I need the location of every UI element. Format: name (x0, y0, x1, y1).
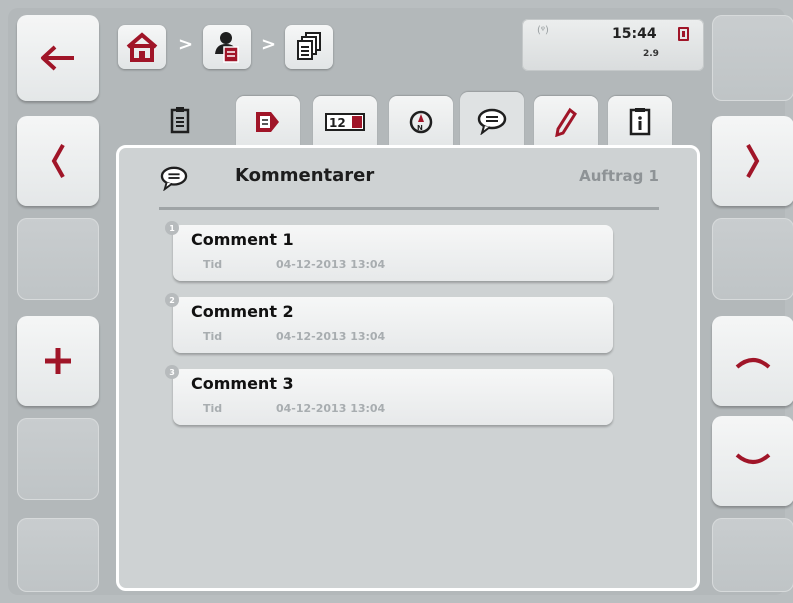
tab-order-data[interactable] (160, 100, 200, 140)
item-index: 1 (165, 221, 179, 235)
scroll-down-button[interactable] (712, 416, 793, 506)
pencil-icon (555, 107, 577, 137)
list-item[interactable]: 1 Comment 1 Tid 04-12-2013 13:04 (165, 221, 613, 281)
info-icon (629, 108, 651, 136)
tab-comments[interactable] (460, 92, 524, 152)
comment-name: Comment 3 (191, 374, 294, 393)
chevron-left-icon (51, 144, 65, 178)
tab-notes[interactable] (534, 96, 598, 148)
item-index: 2 (165, 293, 179, 307)
document-arrow-icon (256, 112, 279, 132)
arrow-left-icon (41, 45, 74, 71)
orders-icon (297, 32, 321, 60)
orders-breadcrumb[interactable] (285, 25, 333, 69)
empty-softkey-right-1 (712, 15, 793, 101)
add-button[interactable] (17, 316, 99, 406)
chevron-right-icon (746, 144, 760, 178)
previous-tab-button[interactable] (17, 116, 99, 206)
comment-icon (477, 108, 507, 135)
empty-softkey-right-6 (712, 518, 793, 592)
divider (159, 207, 659, 210)
plus-icon (45, 348, 71, 374)
time-value: 04-12-2013 13:04 (276, 402, 386, 415)
scroll-up-button[interactable] (712, 316, 793, 406)
time-label: Tid (203, 402, 223, 415)
comment-name: Comment 1 (191, 230, 294, 249)
empty-softkey-left-3 (17, 218, 99, 300)
time-label: Tid (203, 330, 223, 343)
list-item[interactable]: 2 Comment 2 Tid 04-12-2013 13:04 (165, 293, 613, 353)
panel-header: Kommentarer Auftrag 1 (159, 165, 659, 193)
clipboard-icon (170, 107, 190, 134)
next-tab-button[interactable] (712, 116, 793, 206)
chevron-down-icon (735, 453, 771, 464)
back-button[interactable] (17, 15, 99, 101)
breadcrumb-separator: > (261, 34, 277, 55)
tab-gps[interactable]: N (389, 96, 453, 148)
customer-icon (215, 32, 239, 63)
status-display: (ᵠ) 15:44 2.9 (522, 19, 704, 71)
list-item[interactable]: 3 Comment 3 Tid 04-12-2013 13:04 (165, 365, 613, 425)
order-name: Auftrag 1 (579, 167, 659, 185)
time-value: 04-12-2013 13:04 (276, 258, 386, 271)
counter-icon: 12 (325, 113, 365, 131)
home-breadcrumb[interactable] (118, 25, 166, 69)
clock-time: 15:44 (612, 26, 657, 42)
version-label: 2.9 (643, 49, 659, 59)
item-index: 3 (165, 365, 179, 379)
tab-forward-data[interactable] (236, 96, 300, 148)
tab-bar: 12 N (108, 86, 706, 152)
empty-softkey-left-5 (17, 418, 99, 500)
comments-panel: Kommentarer Auftrag 1 1 Comment 1 Tid 04… (116, 145, 700, 591)
tab-counters[interactable]: 12 (313, 96, 377, 148)
empty-softkey-left-6 (17, 518, 99, 592)
time-label: Tid (203, 258, 223, 271)
battery-icon (678, 27, 689, 41)
page-title: Kommentarer (235, 165, 375, 186)
comment-name: Comment 2 (191, 302, 294, 321)
customer-breadcrumb[interactable] (203, 25, 251, 69)
comment-icon (160, 166, 188, 191)
chevron-up-icon (735, 358, 771, 369)
empty-softkey-right-3 (712, 218, 793, 300)
breadcrumb-separator: > (178, 34, 194, 55)
compass-icon: N (409, 110, 433, 134)
time-value: 04-12-2013 13:04 (276, 330, 386, 343)
svg-text:12: 12 (329, 116, 346, 130)
home-icon (126, 32, 158, 62)
svg-text:N: N (417, 124, 423, 132)
signal-icon: (ᵠ) (537, 25, 549, 36)
tab-info[interactable] (608, 96, 672, 148)
